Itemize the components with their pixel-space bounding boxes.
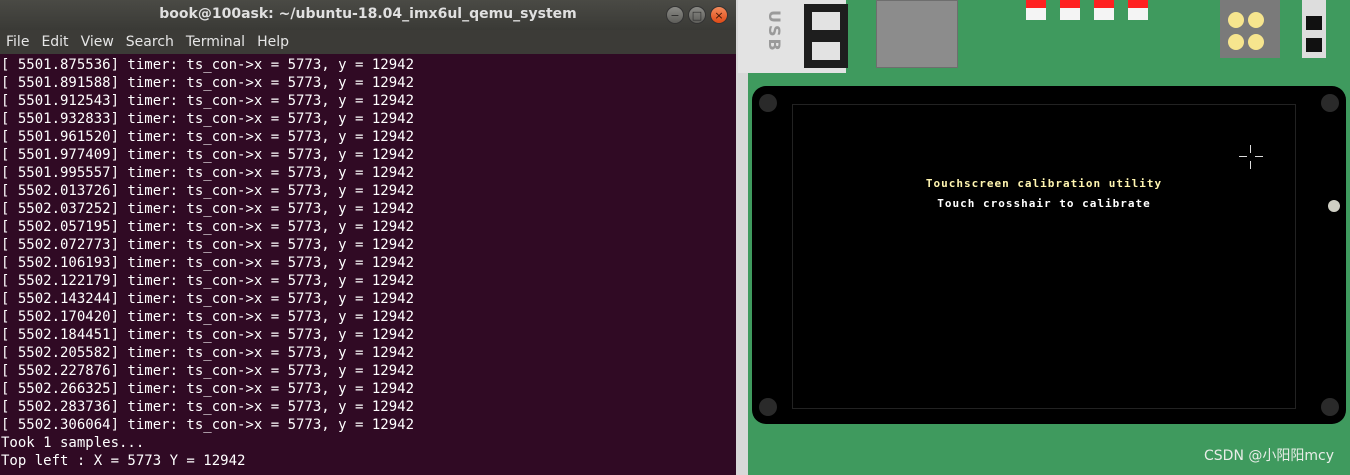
header-connector bbox=[1220, 0, 1280, 58]
calibration-title: Touchscreen calibration utility bbox=[925, 177, 1163, 190]
window-controls: − □ × bbox=[666, 6, 728, 24]
lcd-screen[interactable]: Touchscreen calibration utility Touch cr… bbox=[792, 104, 1296, 409]
calibration-instruction: Touch crosshair to calibrate bbox=[937, 197, 1151, 210]
terminal-line: [ 5502.037252] timer: ts_con->x = 5773, … bbox=[1, 201, 415, 217]
terminal-line: [ 5502.143244] timer: ts_con->x = 5773, … bbox=[1, 291, 415, 307]
chip-component bbox=[876, 0, 958, 68]
menu-bar: File Edit View Search Terminal Help bbox=[0, 30, 736, 54]
title-bar[interactable]: book@100ask: ~/ubuntu-18.04_imx6ul_qemu_… bbox=[0, 0, 736, 30]
terminal-line: [ 5502.205582] timer: ts_con->x = 5773, … bbox=[1, 345, 415, 361]
led-icon bbox=[1026, 0, 1046, 20]
terminal-line: Top left : X = 5773 Y = 12942 bbox=[1, 453, 246, 469]
crosshair-icon[interactable] bbox=[1239, 145, 1263, 169]
pin-header bbox=[1302, 0, 1326, 58]
menu-edit[interactable]: Edit bbox=[41, 34, 68, 50]
lcd-panel: Touchscreen calibration utility Touch cr… bbox=[752, 86, 1346, 424]
led-icon bbox=[1094, 0, 1114, 20]
terminal-line: [ 5502.306064] timer: ts_con->x = 5773, … bbox=[1, 417, 415, 433]
terminal-line: [ 5501.995557] timer: ts_con->x = 5773, … bbox=[1, 165, 415, 181]
screw-icon bbox=[759, 398, 777, 416]
reset-button[interactable] bbox=[1328, 200, 1340, 212]
terminal-line: [ 5502.266325] timer: ts_con->x = 5773, … bbox=[1, 381, 415, 397]
watermark: CSDN @小阳阳mcy bbox=[1204, 448, 1334, 464]
menu-help[interactable]: Help bbox=[257, 34, 289, 50]
terminal-line: [ 5502.283736] timer: ts_con->x = 5773, … bbox=[1, 399, 415, 415]
terminal-line: [ 5502.072773] timer: ts_con->x = 5773, … bbox=[1, 237, 415, 253]
terminal-window[interactable]: book@100ask: ~/ubuntu-18.04_imx6ul_qemu_… bbox=[0, 0, 736, 475]
terminal-line: [ 5501.875536] timer: ts_con->x = 5773, … bbox=[1, 57, 415, 73]
terminal-line: [ 5502.184451] timer: ts_con->x = 5773, … bbox=[1, 327, 415, 343]
screw-icon bbox=[1321, 398, 1339, 416]
terminal-line: [ 5501.912543] timer: ts_con->x = 5773, … bbox=[1, 93, 415, 109]
terminal-output[interactable]: [ 5501.875536] timer: ts_con->x = 5773, … bbox=[0, 54, 736, 475]
terminal-line: [ 5502.227876] timer: ts_con->x = 5773, … bbox=[1, 363, 415, 379]
usb-port-icon bbox=[804, 4, 848, 68]
terminal-line: [ 5501.961520] timer: ts_con->x = 5773, … bbox=[1, 129, 415, 145]
close-button[interactable]: × bbox=[710, 6, 728, 24]
terminal-line: [ 5501.932833] timer: ts_con->x = 5773, … bbox=[1, 111, 415, 127]
emulated-board: USB Touchscreen calibration utility Touc… bbox=[736, 0, 1350, 475]
menu-file[interactable]: File bbox=[6, 34, 29, 50]
screw-icon bbox=[1321, 94, 1339, 112]
maximize-button[interactable]: □ bbox=[688, 6, 706, 24]
led-icon bbox=[1060, 0, 1080, 20]
terminal-line: [ 5502.170420] timer: ts_con->x = 5773, … bbox=[1, 309, 415, 325]
terminal-line: [ 5502.013726] timer: ts_con->x = 5773, … bbox=[1, 183, 415, 199]
terminal-line: [ 5501.891588] timer: ts_con->x = 5773, … bbox=[1, 75, 415, 91]
terminal-line: [ 5502.057195] timer: ts_con->x = 5773, … bbox=[1, 219, 415, 235]
menu-search[interactable]: Search bbox=[126, 34, 174, 50]
menu-terminal[interactable]: Terminal bbox=[186, 34, 245, 50]
terminal-line: [ 5502.106193] timer: ts_con->x = 5773, … bbox=[1, 255, 415, 271]
terminal-line: [ 5502.122179] timer: ts_con->x = 5773, … bbox=[1, 273, 415, 289]
usb-label: USB bbox=[765, 10, 784, 53]
usb-connector: USB bbox=[738, 0, 848, 73]
window-title: book@100ask: ~/ubuntu-18.04_imx6ul_qemu_… bbox=[159, 6, 577, 22]
minimize-button[interactable]: − bbox=[666, 6, 684, 24]
screw-icon bbox=[759, 94, 777, 112]
terminal-line: [ 5501.977409] timer: ts_con->x = 5773, … bbox=[1, 147, 415, 163]
menu-view[interactable]: View bbox=[81, 34, 114, 50]
terminal-line: Took 1 samples... bbox=[1, 435, 145, 451]
led-icon bbox=[1128, 0, 1148, 20]
